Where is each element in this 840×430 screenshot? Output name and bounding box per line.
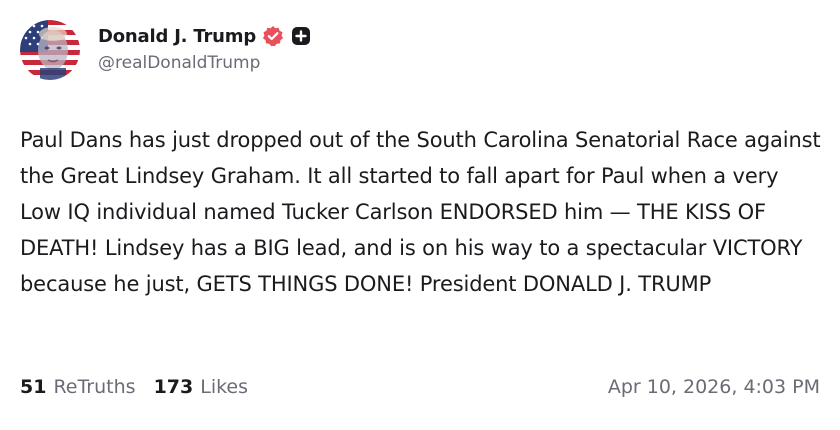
retruths-label: ReTruths <box>53 376 136 398</box>
likes-stat[interactable]: 173 Likes <box>154 376 248 398</box>
likes-label: Likes <box>200 376 249 398</box>
post-body-text: Paul Dans has just dropped out of the So… <box>20 128 821 296</box>
post-header: Donald J. Trump @realDonaldTrump <box>20 20 311 80</box>
likes-count: 173 <box>153 376 194 398</box>
retruths-stat[interactable]: 51 ReTruths <box>20 376 136 398</box>
plus-badge-icon <box>291 26 311 46</box>
retruths-count: 51 <box>20 376 47 398</box>
portrait-flag-avatar-icon <box>20 20 80 80</box>
author-display-name[interactable]: Donald J. Trump <box>98 26 256 47</box>
avatar[interactable] <box>20 20 80 80</box>
author-handle[interactable]: @realDonaldTrump <box>98 53 311 73</box>
author-identity: Donald J. Trump @realDonaldTrump <box>98 23 311 73</box>
verified-badge-icon <box>262 25 284 47</box>
name-row: Donald J. Trump <box>98 23 311 49</box>
post-timestamp[interactable]: Apr 10, 2026, 4:03 PM <box>608 376 820 398</box>
post-footer: 51 ReTruths 173 Likes Apr 10, 2026, 4:03… <box>20 373 820 401</box>
truth-post: Donald J. Trump @realDonaldTrump Paul Da… <box>0 0 840 430</box>
